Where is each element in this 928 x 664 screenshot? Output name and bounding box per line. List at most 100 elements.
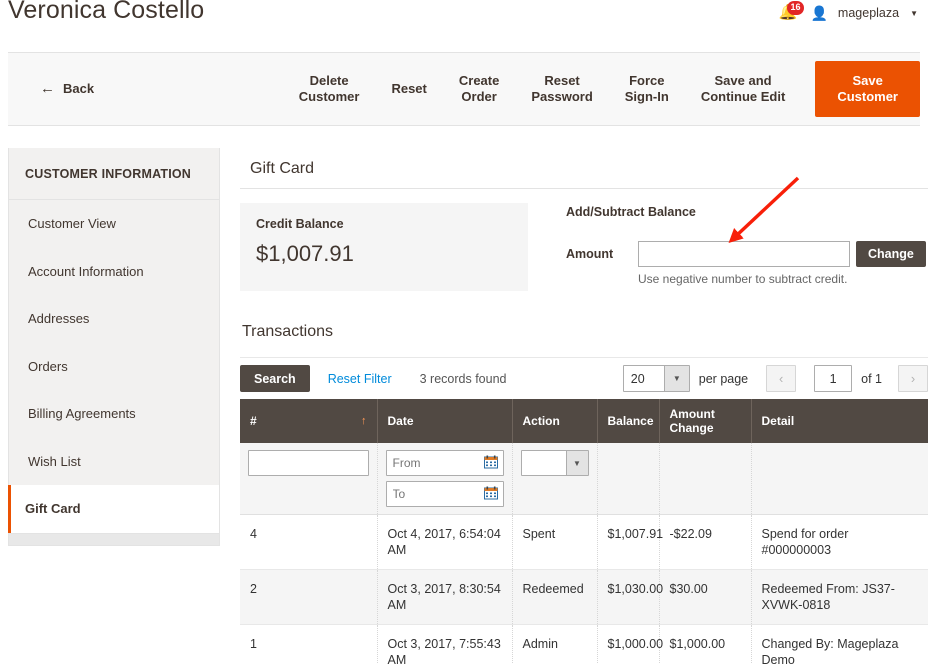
search-button[interactable]: Search: [240, 365, 310, 392]
chevron-down-icon: ▼: [566, 451, 588, 475]
per-page-select[interactable]: 20 ▼: [623, 365, 690, 392]
force-sign-in-button[interactable]: Force Sign-In: [609, 53, 685, 125]
cell-balance: $1,000.00: [597, 625, 659, 664]
chevron-down-icon[interactable]: ▼: [910, 9, 918, 18]
cell-date: Oct 3, 2017, 8:30:54 AM: [377, 570, 512, 625]
calendar-icon[interactable]: [483, 485, 499, 501]
add-subtract-balance-group: Add/Subtract Balance Amount Change Use n…: [566, 203, 926, 291]
add-subtract-balance-label: Add/Subtract Balance: [566, 205, 926, 219]
create-order-button[interactable]: Create Order: [443, 53, 515, 125]
per-page-label: per page: [699, 372, 748, 386]
column-header-detail[interactable]: Detail: [751, 399, 928, 443]
column-header-action[interactable]: Action: [512, 399, 597, 443]
cell-amount-change: $1,000.00: [659, 625, 751, 664]
sidebar-item-label: Wish List: [28, 454, 81, 469]
sidebar-item-gift-card[interactable]: Gift Card: [8, 485, 219, 533]
column-header-balance[interactable]: Balance: [597, 399, 659, 443]
cell-detail: Changed By: Mageplaza Demo: [751, 625, 928, 664]
filter-cell-detail: [751, 443, 928, 515]
sidebar-item-customer-view[interactable]: Customer View: [9, 200, 219, 248]
notifications-button[interactable]: 🔔 16: [778, 3, 800, 23]
table-row[interactable]: 2 Oct 3, 2017, 8:30:54 AM Redeemed $1,03…: [240, 570, 928, 625]
amount-hint-text: Use negative number to subtract credit.: [638, 272, 926, 286]
sidebar-scrollbar[interactable]: [9, 533, 219, 545]
filter-cell-balance: [597, 443, 659, 515]
cell-balance: $1,007.91: [597, 515, 659, 570]
sidebar-item-orders[interactable]: Orders: [9, 343, 219, 391]
delete-customer-button[interactable]: Delete Customer: [283, 53, 376, 125]
calendar-icon[interactable]: [483, 454, 499, 470]
filter-id-input[interactable]: [248, 450, 369, 476]
sidebar-item-addresses[interactable]: Addresses: [9, 295, 219, 343]
sidebar-item-wish-list[interactable]: Wish List: [9, 438, 219, 486]
arrow-left-icon: ←: [40, 81, 55, 97]
credit-balance-value: $1,007.91: [256, 241, 512, 267]
column-header-amount-change[interactable]: Amount Change: [659, 399, 751, 443]
sidebar-item-label: Addresses: [28, 311, 89, 326]
filter-cell-id: [240, 443, 377, 515]
chevron-left-icon: ‹: [779, 371, 783, 386]
sidebar-item-label: Billing Agreements: [28, 406, 136, 421]
filter-cell-date: [377, 443, 512, 515]
column-header-date[interactable]: Date: [377, 399, 512, 443]
amount-input[interactable]: [638, 241, 850, 267]
filter-cell-amount-change: [659, 443, 751, 515]
customer-gift-card-page: Veronica Costello 🔔 16 👤 mageplaza ▼ ← B…: [0, 0, 928, 664]
gift-card-balance-row: Credit Balance $1,007.91 Add/Subtract Ba…: [240, 203, 928, 291]
cell-id: 4: [240, 515, 377, 570]
table-header-row: # ↑ Date Action Balance Amount Change De…: [240, 399, 928, 443]
admin-user-zone: 🔔 16 👤 mageplaza ▼: [778, 0, 918, 26]
gift-card-panel: Gift Card Credit Balance $1,007.91 Add/S…: [240, 148, 928, 664]
table-row[interactable]: 1 Oct 3, 2017, 7:55:43 AM Admin $1,000.0…: [240, 625, 928, 664]
sidebar-item-label: Account Information: [28, 264, 144, 279]
sidebar-item-label: Orders: [28, 359, 68, 374]
back-button[interactable]: ← Back: [18, 53, 124, 125]
pagination-controls: 20 ▼ per page ‹ of 1 ›: [623, 365, 928, 392]
user-avatar-icon: 👤: [810, 6, 827, 20]
page-number-input[interactable]: [814, 365, 852, 392]
total-pages-label: of 1: [861, 372, 882, 386]
sidebar-item-label: Customer View: [28, 216, 116, 231]
save-and-continue-edit-button[interactable]: Save and Continue Edit: [685, 53, 802, 125]
table-filter-row: ▼: [240, 443, 928, 515]
notification-count-badge: 16: [787, 1, 803, 15]
reset-button[interactable]: Reset: [375, 53, 442, 125]
filter-cell-action: ▼: [512, 443, 597, 515]
records-found-label: 3 records found: [420, 372, 507, 386]
customer-information-sidebar: CUSTOMER INFORMATION Customer View Accou…: [8, 148, 220, 546]
cell-date: Oct 3, 2017, 7:55:43 AM: [377, 625, 512, 664]
column-header-id[interactable]: # ↑: [240, 399, 377, 443]
cell-amount-change: $30.00: [659, 570, 751, 625]
back-button-label: Back: [63, 81, 94, 97]
column-label: #: [250, 414, 257, 428]
sidebar-header: CUSTOMER INFORMATION: [9, 148, 219, 200]
cell-amount-change: -$22.09: [659, 515, 751, 570]
cell-detail: Redeemed From: JS37-XVWK-0818: [751, 570, 928, 625]
table-row[interactable]: 4 Oct 4, 2017, 6:54:04 AM Spent $1,007.9…: [240, 515, 928, 570]
sidebar-item-account-information[interactable]: Account Information: [9, 248, 219, 296]
change-balance-button[interactable]: Change: [856, 241, 926, 267]
cell-detail: Spend for order #000000003: [751, 515, 928, 570]
chevron-down-icon: ▼: [664, 366, 689, 391]
cell-action: Admin: [512, 625, 597, 664]
previous-page-button[interactable]: ‹: [766, 365, 796, 392]
reset-password-button[interactable]: Reset Password: [515, 53, 608, 125]
reset-filter-link[interactable]: Reset Filter: [328, 372, 392, 386]
chevron-right-icon: ›: [911, 371, 915, 386]
cell-id: 2: [240, 570, 377, 625]
transactions-table: # ↑ Date Action Balance Amount Change De…: [240, 399, 928, 664]
admin-user-name[interactable]: mageplaza: [838, 6, 899, 20]
transactions-grid-toolbar: Search Reset Filter 3 records found 20 ▼…: [240, 357, 928, 385]
page-title: Veronica Costello: [8, 0, 204, 25]
cell-action: Redeemed: [512, 570, 597, 625]
transactions-title: Transactions: [240, 323, 928, 341]
filter-action-select[interactable]: ▼: [521, 450, 589, 476]
per-page-value: 20: [624, 366, 664, 391]
sidebar-item-billing-agreements[interactable]: Billing Agreements: [9, 390, 219, 438]
save-customer-button[interactable]: Save Customer: [815, 61, 920, 117]
page-header: Veronica Costello 🔔 16 👤 mageplaza ▼: [0, 0, 928, 48]
next-page-button[interactable]: ›: [898, 365, 928, 392]
credit-balance-label: Credit Balance: [256, 217, 512, 231]
cell-action: Spent: [512, 515, 597, 570]
cell-balance: $1,030.00: [597, 570, 659, 625]
